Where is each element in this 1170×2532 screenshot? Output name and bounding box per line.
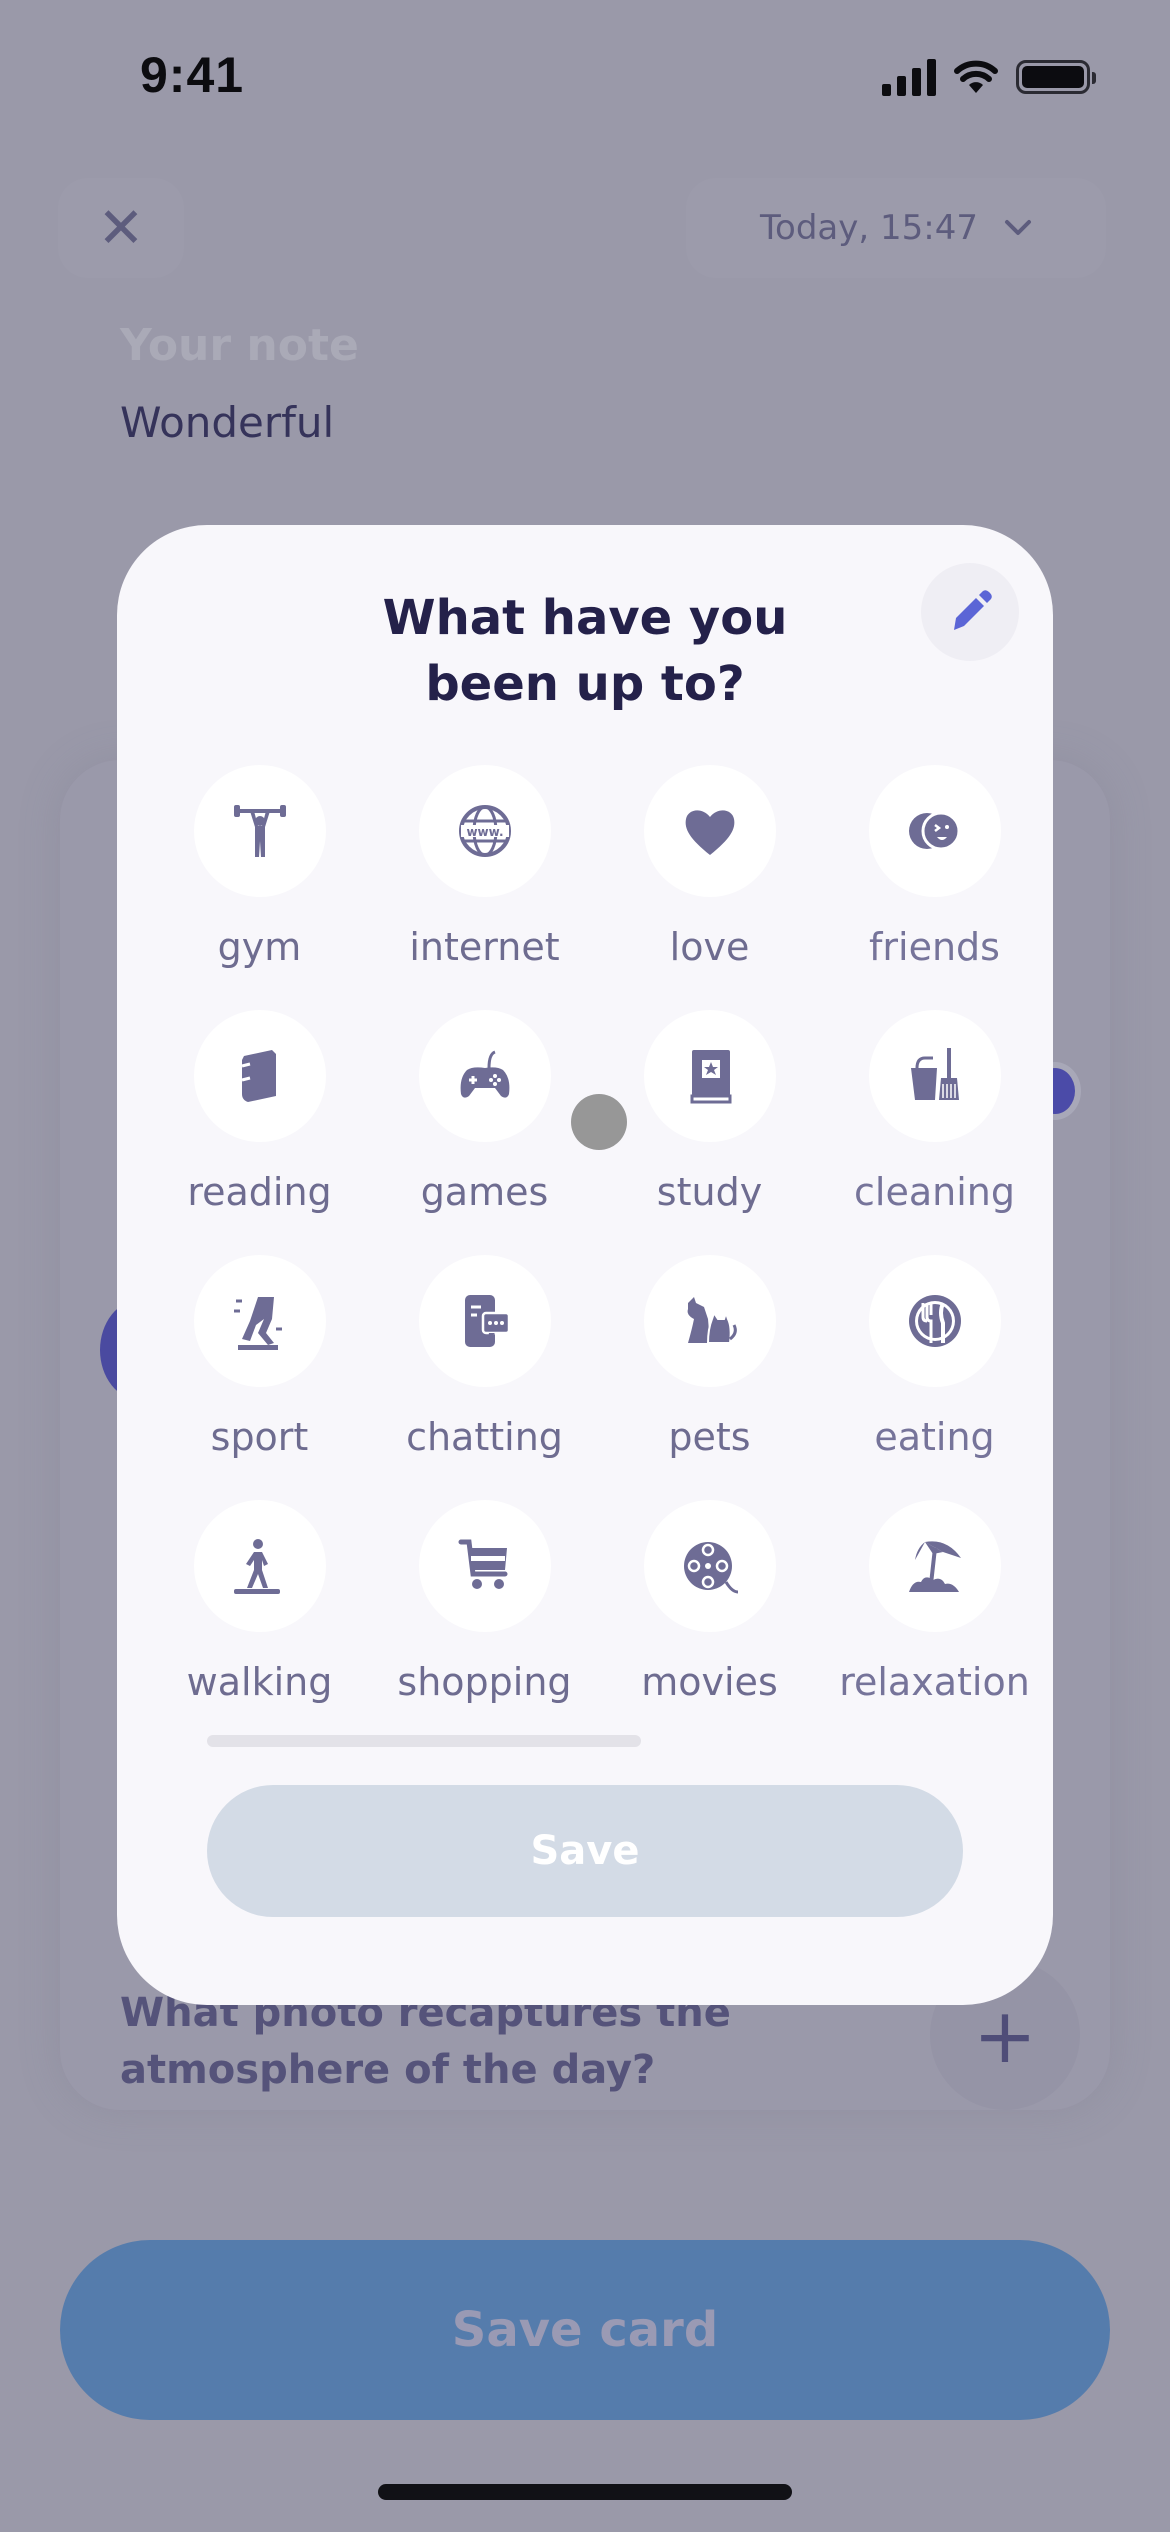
activity-relaxation[interactable]: relaxation: [822, 1500, 1047, 1745]
activity-label: walking: [186, 1660, 333, 1704]
activity-label: games: [420, 1170, 549, 1214]
activity-icon-button[interactable]: [868, 765, 1001, 897]
activity-icon-button[interactable]: [868, 1010, 1001, 1142]
activity-gym[interactable]: gym: [147, 765, 372, 1010]
activity-label: reading: [187, 1170, 332, 1214]
gamepad-icon: [460, 1050, 509, 1098]
activity-icon-button[interactable]: [643, 1010, 776, 1142]
activity-label: friends: [869, 925, 1000, 969]
activity-icon-button[interactable]: [643, 1500, 776, 1632]
activity-icon-button[interactable]: [193, 1255, 326, 1387]
activity-walking[interactable]: walking: [147, 1500, 372, 1745]
activity-sport[interactable]: sport: [147, 1255, 372, 1500]
globe-www-icon: www.: [458, 805, 511, 857]
activity-label: relaxation: [839, 1660, 1030, 1704]
activity-cleaning[interactable]: cleaning: [822, 1010, 1047, 1255]
weightlifter-icon: [233, 805, 286, 857]
activity-icon-button[interactable]: [868, 1255, 1001, 1387]
activity-icon-button[interactable]: [643, 765, 776, 897]
running-legs-icon: [233, 1297, 282, 1350]
activity-label: eating: [874, 1415, 995, 1459]
modal-title: What have you been up to?: [117, 585, 1053, 717]
activity-internet[interactable]: www. internet: [372, 765, 597, 1010]
modal-title-line2: been up to?: [425, 656, 745, 712]
home-indicator: [378, 2484, 792, 2500]
cellular-signal-icon: [882, 58, 936, 96]
walking-person-icon: [233, 1539, 280, 1594]
wifi-icon: [954, 60, 998, 93]
activity-icon-button[interactable]: [418, 1255, 551, 1387]
plus-icon: +: [973, 1990, 1037, 2080]
plate-cutlery-icon: [908, 1295, 961, 1347]
activity-games[interactable]: games: [372, 1010, 597, 1255]
phone-chat-icon: [464, 1295, 510, 1347]
beach-umbrella-icon: [908, 1541, 961, 1592]
shopping-cart-icon: [458, 1539, 507, 1589]
activity-label: cleaning: [854, 1170, 1015, 1214]
activity-pets[interactable]: pets: [597, 1255, 822, 1500]
date-selector[interactable]: Today, 15:47: [686, 178, 1106, 278]
save-card-button[interactable]: Save card: [60, 2240, 1110, 2420]
battery-icon: [1016, 60, 1096, 94]
activity-label: pets: [668, 1415, 751, 1459]
activity-icon-button[interactable]: [193, 1010, 326, 1142]
activity-chatting[interactable]: chatting: [372, 1255, 597, 1500]
close-button[interactable]: ✕: [58, 178, 184, 278]
activity-icon-button[interactable]: [643, 1255, 776, 1387]
activity-label: shopping: [397, 1660, 572, 1704]
activity-label: movies: [641, 1660, 778, 1704]
chevron-down-icon: [1004, 220, 1031, 235]
activity-icon-button[interactable]: [193, 765, 326, 897]
status-icons: [882, 58, 1096, 96]
activity-grid: gym www. internet love friends reading games st…: [147, 765, 1047, 1745]
dog-cat-icon: [687, 1297, 737, 1344]
close-icon: ✕: [97, 195, 145, 261]
book-icon: [241, 1050, 276, 1102]
activity-love[interactable]: love: [597, 765, 822, 1010]
activity-modal: What have you been up to? gym www. interne…: [117, 525, 1053, 2005]
date-label: Today, 15:47: [760, 208, 978, 248]
horizontal-scrollbar[interactable]: [207, 1735, 641, 1747]
status-time: 9:41: [140, 47, 245, 103]
modal-title-line1: What have you: [382, 590, 788, 646]
activity-icon-button[interactable]: [193, 1500, 326, 1632]
activity-eating[interactable]: eating: [822, 1255, 1047, 1500]
pencil-icon: [954, 590, 992, 630]
activity-reading[interactable]: reading: [147, 1010, 372, 1255]
star-book-icon: [690, 1050, 731, 1104]
activity-movies[interactable]: movies: [597, 1500, 822, 1745]
touch-indicator: [571, 1094, 627, 1150]
heart-icon: [685, 810, 734, 855]
activity-icon-button[interactable]: [418, 1010, 551, 1142]
modal-save-button[interactable]: Save: [207, 1785, 963, 1917]
bucket-broom-icon: [910, 1048, 959, 1100]
note-label: Your note: [120, 320, 359, 371]
activity-label: study: [656, 1170, 763, 1214]
activity-friends[interactable]: friends: [822, 765, 1047, 1010]
activity-label: love: [669, 925, 750, 969]
activity-label: gym: [217, 925, 302, 969]
film-reel-icon: [683, 1542, 738, 1594]
svg-text:www.: www.: [466, 825, 503, 839]
activity-study[interactable]: study: [597, 1010, 822, 1255]
activity-icon-button[interactable]: [418, 1500, 551, 1632]
activity-label: internet: [409, 925, 560, 969]
note-input[interactable]: Wonderful: [120, 398, 334, 447]
activity-icon-button[interactable]: www.: [418, 765, 551, 897]
activity-icon-button[interactable]: [868, 1500, 1001, 1632]
friends-faces-icon: [908, 811, 960, 851]
activity-label: chatting: [406, 1415, 563, 1459]
activity-shopping[interactable]: shopping: [372, 1500, 597, 1745]
edit-button[interactable]: [921, 563, 1019, 661]
activity-label: sport: [210, 1415, 309, 1459]
